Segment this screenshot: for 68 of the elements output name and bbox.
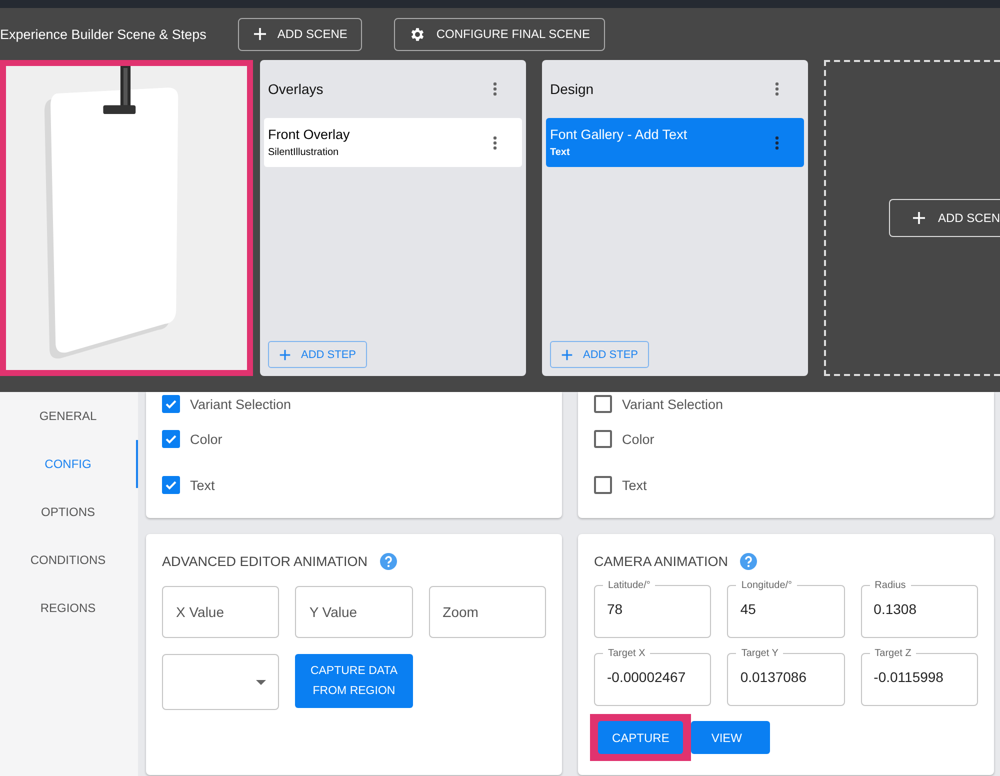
checkbox-label: Color [190, 432, 222, 446]
field-label: Target Y [740, 648, 780, 659]
field-label: Target Z [874, 648, 912, 659]
checkbox-label: Text [622, 478, 647, 492]
checkbox[interactable] [162, 430, 180, 448]
input-field[interactable]: Zoom [428, 586, 546, 638]
panel-title: Experience Builder Scene & Steps [0, 26, 206, 42]
input-field[interactable]: Y Value [295, 586, 413, 638]
field-label: Radius [874, 580, 907, 591]
more-icon[interactable] [775, 136, 779, 150]
step-title: Front Overlay [268, 127, 350, 142]
field-label: Longitude/° [740, 580, 794, 591]
input-field[interactable]: Target Y 0.0137086 [727, 648, 845, 706]
input-field[interactable]: Latitude/° 78 [594, 580, 712, 638]
sidebar-tab[interactable]: CONFIG [0, 440, 138, 488]
checkbox[interactable] [594, 430, 612, 448]
sidebar-tab[interactable]: CONDITIONS [0, 536, 138, 584]
checkbox-label: Variant Selection [190, 396, 292, 412]
input-field[interactable]: Longitude/° 45 [727, 580, 845, 638]
input-field[interactable]: Radius 0.1308 [860, 580, 978, 638]
field-value: 78 [607, 601, 624, 617]
section-title: ADVANCED EDITOR ANIMATION [162, 554, 368, 568]
step-subtitle: SilentIllustration [268, 147, 340, 158]
field-value: 0.1308 [874, 601, 918, 617]
sidebar-tab[interactable]: OPTIONS [0, 488, 138, 536]
checkbox[interactable] [162, 395, 180, 413]
plus-icon [912, 211, 926, 225]
select-field[interactable] [162, 654, 280, 710]
scene-title: Design [550, 81, 594, 97]
plus-icon [279, 348, 291, 360]
more-icon[interactable] [493, 82, 497, 96]
section-title: CAMERA ANIMATION [594, 554, 728, 568]
settings-icon [409, 26, 426, 42]
field-value: -0.0115998 [874, 669, 944, 685]
step-item[interactable]: Front Overlay SilentIllustration [264, 118, 522, 167]
field-value: -0.00002467 [607, 669, 687, 685]
field-value: 0.0137086 [740, 669, 808, 685]
input-field[interactable]: Target X -0.00002467 [594, 648, 712, 706]
field-label: Target X [607, 648, 646, 659]
step-item[interactable]: Font Gallery - Add Text Text [546, 118, 804, 167]
capture-region-button[interactable]: CAPTURE DATA FROM REGION [295, 654, 413, 708]
add-scene-button[interactable]: ADD SCEN [888, 199, 1000, 237]
more-icon[interactable] [775, 82, 779, 96]
sidebar-tab[interactable]: GENERAL [0, 392, 138, 440]
more-icon[interactable] [493, 136, 497, 150]
input-field[interactable]: X Value [162, 586, 280, 638]
field-label: Latitude/° [607, 580, 652, 591]
help-icon[interactable] [380, 552, 397, 570]
plus-icon [253, 27, 268, 41]
header-button[interactable]: ADD SCENE [238, 18, 362, 50]
camera-button[interactable]: VIEW [691, 721, 770, 754]
input-field[interactable]: Target Z -0.0115998 [860, 648, 978, 706]
checkbox[interactable] [162, 476, 180, 494]
checkbox-label: Color [622, 432, 654, 446]
step-title: Font Gallery - Add Text [550, 127, 688, 142]
plus-icon [561, 348, 573, 360]
field-value: 45 [740, 601, 757, 617]
help-icon[interactable] [740, 552, 758, 570]
checkbox[interactable] [594, 476, 612, 494]
step-subtitle: Text [550, 147, 571, 158]
sidebar-tab[interactable]: REGIONS [0, 584, 138, 632]
scene-title: Overlays [268, 81, 324, 97]
checkbox-label: Variant Selection [622, 396, 724, 412]
header-button[interactable]: CONFIGURE FINAL SCENE [394, 18, 605, 50]
caret-icon [256, 680, 266, 684]
camera-button[interactable]: CAPTURE [598, 721, 684, 754]
checkbox-label: Text [190, 478, 215, 492]
checkbox[interactable] [594, 395, 612, 413]
